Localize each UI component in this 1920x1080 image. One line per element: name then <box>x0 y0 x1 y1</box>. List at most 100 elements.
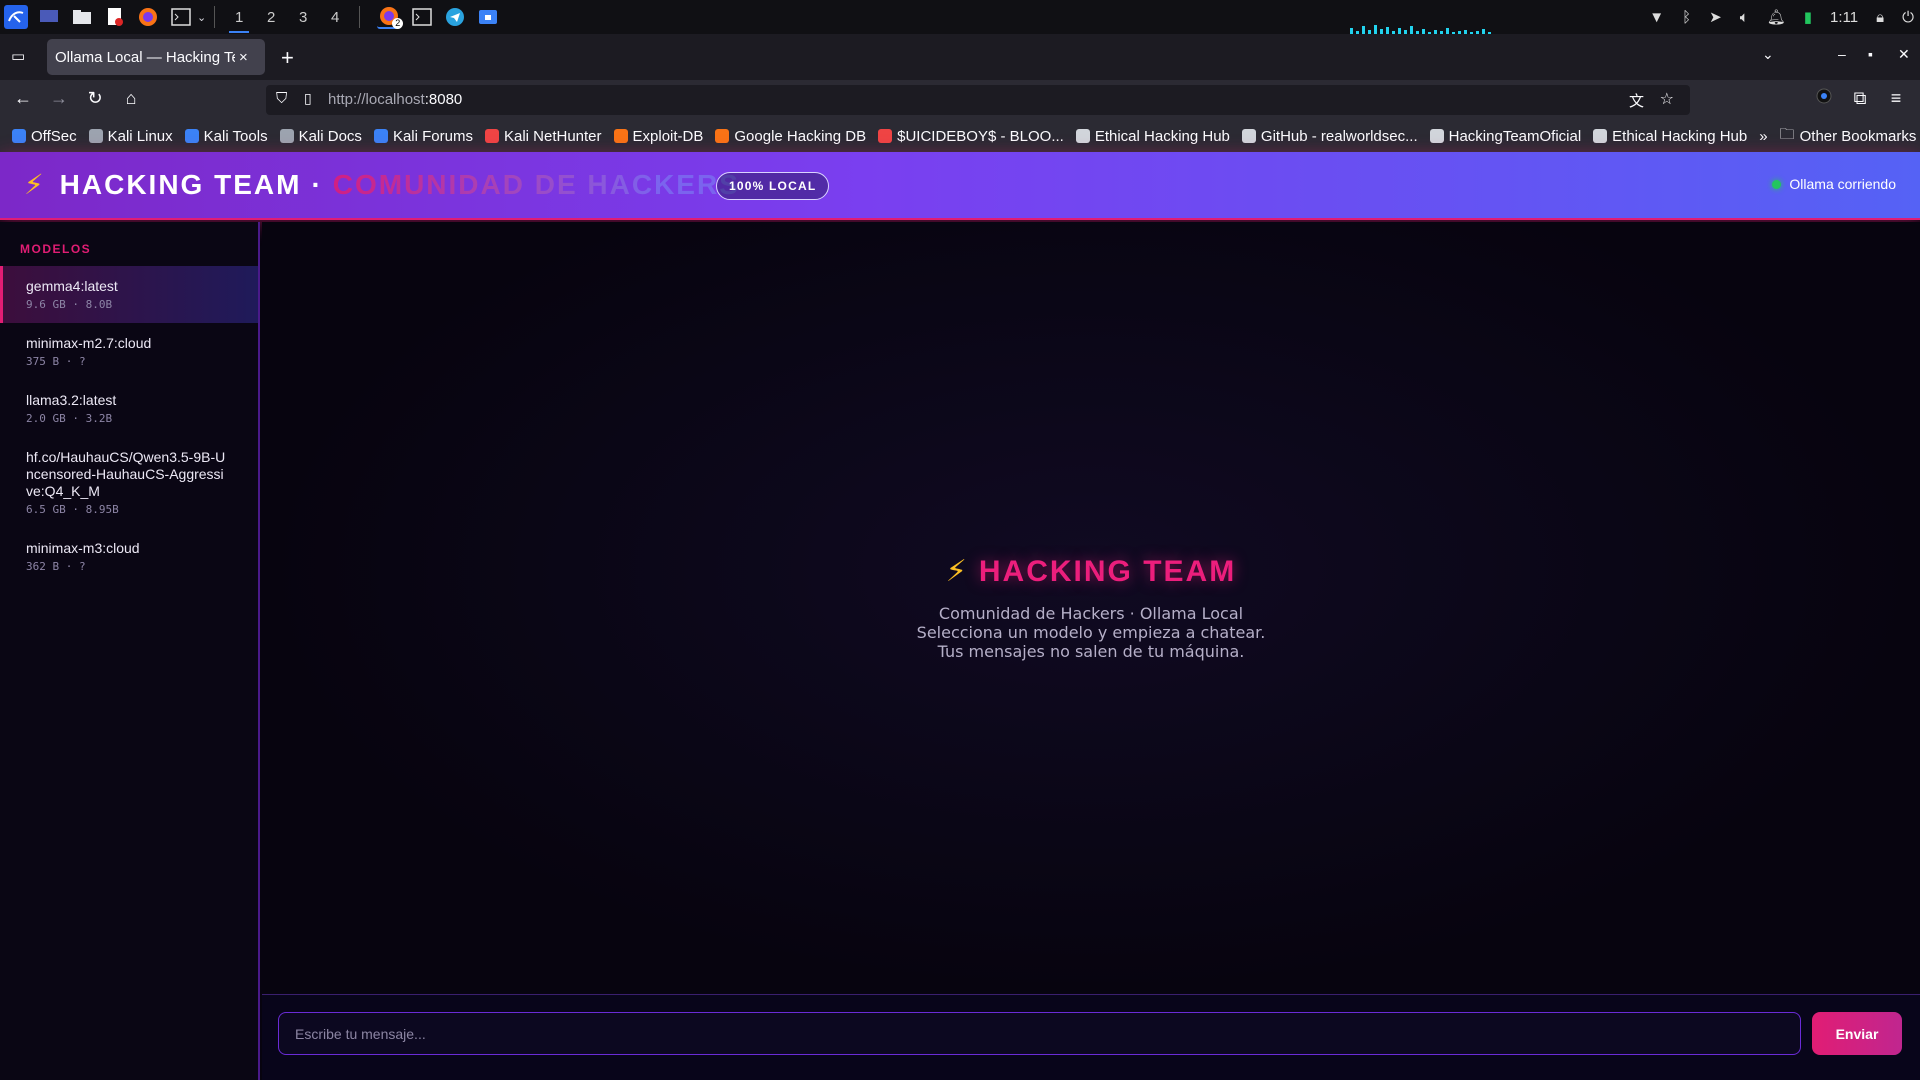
extension-icon[interactable] <box>1812 88 1836 109</box>
folder-icon: 🗀 <box>1779 125 1795 143</box>
bookmark-item[interactable]: Google Hacking DB <box>715 128 866 145</box>
model-item-minimax-m3[interactable]: minimax-m3:cloud 362 B · ? <box>0 528 258 585</box>
brand-subtitle: COMUNIDAD DE HACKERS <box>332 169 740 200</box>
firefox-icon[interactable] <box>136 5 160 29</box>
reload-icon[interactable]: ↻ <box>83 88 107 109</box>
model-meta: 375 B · ? <box>26 355 86 368</box>
url-port: :8080 <box>424 91 463 108</box>
wifi-icon[interactable]: ▼ <box>1649 9 1664 26</box>
workspace-4[interactable]: 4 <box>319 0 351 34</box>
workspace-1[interactable]: 1 <box>223 0 255 34</box>
bookmarks-overflow-button[interactable]: » <box>1759 128 1767 145</box>
power-icon[interactable]: ⏻ <box>1902 9 1914 26</box>
bookmark-item[interactable]: Kali NetHunter <box>484 127 602 145</box>
battery-icon[interactable]: ▮ <box>1804 8 1812 26</box>
web-page: ⚡ HACKING TEAM · COMUNIDAD DE HACKERS 100% … <box>0 152 1920 1080</box>
model-item-minimax-m2-7[interactable]: minimax-m2.7:cloud 375 B · ? <box>0 323 258 380</box>
bookmark-label: Kali Docs <box>298 127 362 145</box>
model-meta: 2.0 GB · 3.2B <box>26 412 113 425</box>
close-icon[interactable]: × <box>239 49 248 66</box>
welcome-line: Tus mensajes no salen de tu máquina. <box>937 642 1245 661</box>
model-item-gemma4[interactable]: gemma4:latest 9.6 GB · 8.0B <box>0 266 258 323</box>
home-icon[interactable]: ⌂ <box>119 88 143 109</box>
files-icon[interactable] <box>70 5 94 29</box>
bookmark-favicon-icon <box>484 129 499 143</box>
translate-icon[interactable]: 文 <box>1629 90 1644 111</box>
model-meta: 9.6 GB · 8.0B <box>26 298 113 311</box>
extensions-puzzle-icon[interactable]: ⧉ <box>1848 88 1872 109</box>
welcome-line: Selecciona un modelo y empieza a chatear… <box>916 623 1266 642</box>
forward-icon[interactable]: → <box>47 88 71 109</box>
send-button[interactable]: Enviar <box>1812 1012 1902 1055</box>
other-bookmarks-label: Other Bookmarks <box>1799 127 1917 145</box>
model-item-llama3-2[interactable]: llama3.2:latest 2.0 GB · 3.2B <box>0 380 258 437</box>
brand-title: HACKING TEAM <box>59 169 302 200</box>
welcome-title: ⚡ HACKING TEAM <box>262 554 1920 589</box>
bluetooth-icon[interactable]: ᛒ <box>1682 9 1691 26</box>
window-close-icon[interactable]: ✕ <box>1898 46 1910 63</box>
message-input[interactable] <box>278 1012 1801 1055</box>
brand-separator: · <box>311 169 323 200</box>
clock[interactable]: 1:11 <box>1830 9 1858 26</box>
bell-icon[interactable]: 🔔︎ <box>1767 8 1786 26</box>
kali-menu-icon[interactable] <box>4 5 28 29</box>
app-window-icon[interactable] <box>476 5 500 29</box>
status-text: Ollama corriendo <box>1789 176 1896 192</box>
bookmark-item[interactable]: $UICIDEBOY$ - BLOO... <box>878 128 1064 145</box>
message-composer: Enviar <box>262 994 1920 1080</box>
status-dot-icon <box>1772 179 1782 189</box>
bookmarks-bar: OffSec Kali Linux Kali Tools Kali Docs K… <box>0 120 1920 152</box>
app-header: ⚡ HACKING TEAM · COMUNIDAD DE HACKERS 100% … <box>0 152 1920 220</box>
models-sidebar: MODELOS gemma4:latest 9.6 GB · 8.0B mini… <box>0 222 260 1080</box>
desktop-icon[interactable] <box>37 5 61 29</box>
page-info-icon[interactable]: ▯ <box>304 90 312 107</box>
bookmark-item[interactable]: Kali Tools <box>184 128 268 145</box>
menu-icon[interactable]: ≡ <box>1884 88 1908 109</box>
bookmark-item[interactable]: OffSec <box>12 128 77 145</box>
url-bar[interactable]: ⛉ ▯ http://localhost:8080 文 ☆ <box>266 85 1690 115</box>
browser-tab-bar: ▭ Ollama Local — Hacking Team × + ⌄ – ▪ … <box>0 34 1920 80</box>
new-tab-button[interactable]: + <box>281 45 294 71</box>
bookmark-item[interactable]: Exploit-DB <box>613 128 703 145</box>
tab-overview-icon[interactable]: ▭ <box>11 47 25 65</box>
bookmark-item[interactable]: HackingTeamOficial <box>1429 128 1581 145</box>
list-all-tabs-icon[interactable]: ⌄ <box>1762 46 1774 63</box>
bookmark-item[interactable]: GitHub - realworldsec... <box>1241 128 1418 145</box>
other-bookmarks-folder[interactable]: 🗀 Other Bookmarks <box>1780 124 1917 149</box>
bookmark-favicon-icon <box>878 129 893 143</box>
bookmark-item[interactable]: Kali Linux <box>88 127 173 145</box>
bookmark-item[interactable]: Kali Forums <box>373 128 473 145</box>
workspace-2[interactable]: 2 <box>255 0 287 34</box>
workspace-3[interactable]: 3 <box>287 0 319 34</box>
firefox-window-icon[interactable]: 2 <box>377 5 404 29</box>
telegram-tray-icon[interactable]: ➤ <box>1709 8 1722 26</box>
maximize-icon[interactable]: ▪ <box>1868 46 1873 62</box>
bookmark-label: Kali Linux <box>107 127 173 145</box>
bookmark-favicon-icon <box>715 129 730 143</box>
os-taskbar: ⌄ 1 2 3 4 2 ▼ ᛒ ➤ 🔈︎ 🔔︎ ▮ 1:11 🔒︎ ⏻ <box>0 0 1920 34</box>
terminal-window-icon[interactable] <box>410 5 434 29</box>
bookmark-label: Kali NetHunter <box>503 127 602 145</box>
bookmark-label: Ethical Hacking Hub <box>1612 127 1748 145</box>
shield-icon[interactable]: ⛉ <box>276 90 287 107</box>
bookmark-item[interactable]: Ethical Hacking Hub <box>1593 128 1747 145</box>
bookmark-item[interactable]: Kali Docs <box>279 127 362 145</box>
local-badge: 100% LOCAL <box>716 172 830 200</box>
bookmark-favicon-icon <box>1241 129 1256 143</box>
bookmark-item[interactable]: Ethical Hacking Hub <box>1075 128 1230 145</box>
lock-icon[interactable]: 🔒︎ <box>1876 9 1884 26</box>
terminal-icon[interactable] <box>169 5 193 29</box>
minimize-icon[interactable]: – <box>1838 46 1846 62</box>
star-icon[interactable]: ☆ <box>1660 89 1674 109</box>
chevron-down-icon[interactable]: ⌄ <box>197 11 206 24</box>
bookmark-label: OffSec <box>31 127 77 145</box>
telegram-icon[interactable] <box>443 5 467 29</box>
model-item-qwen3-5[interactable]: hf.co/HauhauCS/Qwen3.5-9B-Uncensored-Hau… <box>0 437 258 528</box>
bookmark-favicon-icon <box>1075 129 1090 143</box>
browser-tab[interactable]: Ollama Local — Hacking Team × <box>47 39 265 75</box>
model-name: llama3.2:latest <box>26 392 117 408</box>
back-icon[interactable]: ← <box>11 88 35 109</box>
tab-title: Ollama Local — Hacking Team <box>55 48 235 66</box>
text-editor-icon[interactable] <box>103 5 127 29</box>
volume-icon[interactable]: 🔈︎ <box>1740 9 1749 26</box>
